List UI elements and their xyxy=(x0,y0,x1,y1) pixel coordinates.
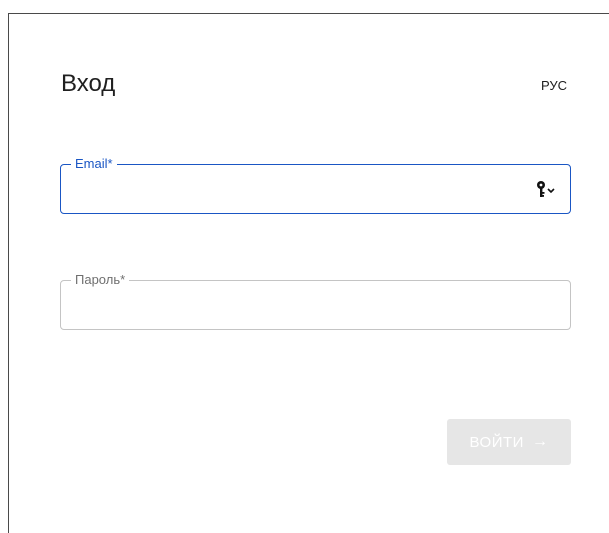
page-title: Вход xyxy=(61,70,116,97)
email-input[interactable] xyxy=(73,175,497,205)
password-input[interactable] xyxy=(73,291,497,321)
arrow-right-icon: → xyxy=(531,433,549,450)
password-label: Пароль* xyxy=(71,272,130,288)
login-button[interactable]: ВОЙТИ → xyxy=(447,419,571,465)
login-button-label: ВОЙТИ xyxy=(469,433,524,451)
language-switcher[interactable]: РУС xyxy=(541,78,567,93)
email-label: Email* xyxy=(71,156,117,172)
password-field[interactable]: Пароль* xyxy=(60,272,571,330)
key-icon[interactable] xyxy=(536,180,558,198)
email-field[interactable]: Email* xyxy=(60,156,571,214)
